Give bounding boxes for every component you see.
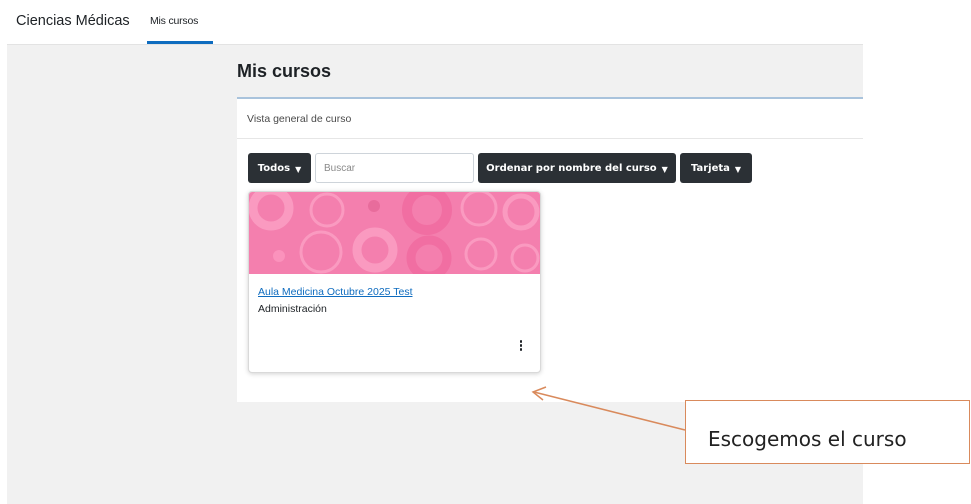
chevron-down-icon: ▼ [734,164,742,174]
course-pattern-image [249,192,540,274]
filter-label: Todos [257,162,291,174]
view-dropdown-button[interactable]: Tarjeta ▼ [680,153,752,183]
course-category: Administración [258,303,327,315]
nav-item-mis-cursos[interactable]: Mis cursos [150,15,198,27]
annotation-callout: Escogemos el curso [685,400,970,464]
course-image[interactable] [249,192,540,274]
top-navigation: Ciencias Médicas Mis cursos [0,0,971,44]
filter-dropdown-button[interactable]: Todos ▼ [248,153,311,183]
chevron-down-icon: ▼ [295,164,302,174]
overview-title: Vista general de curso [247,113,352,125]
annotation-text: Escogemos el curso [708,427,907,451]
overview-header: Vista general de curso [237,99,863,139]
course-card[interactable]: Aula Medicina Octubre 2025 Test Administ… [248,191,541,373]
course-overview-block: Vista general de curso Todos ▼ Ordenar p… [237,97,863,402]
more-actions-icon[interactable] [515,340,527,354]
search-input[interactable] [315,153,474,183]
sort-dropdown-button[interactable]: Ordenar por nombre del curso ▼ [478,153,676,183]
page-title: Mis cursos [237,61,332,81]
nav-site-name[interactable]: Ciencias Médicas [16,13,130,29]
sort-label: Ordenar por nombre del curso [486,162,657,174]
chevron-down-icon: ▼ [661,164,668,174]
view-label: Tarjeta [690,162,730,174]
course-name-link[interactable]: Aula Medicina Octubre 2025 Test [258,286,412,298]
